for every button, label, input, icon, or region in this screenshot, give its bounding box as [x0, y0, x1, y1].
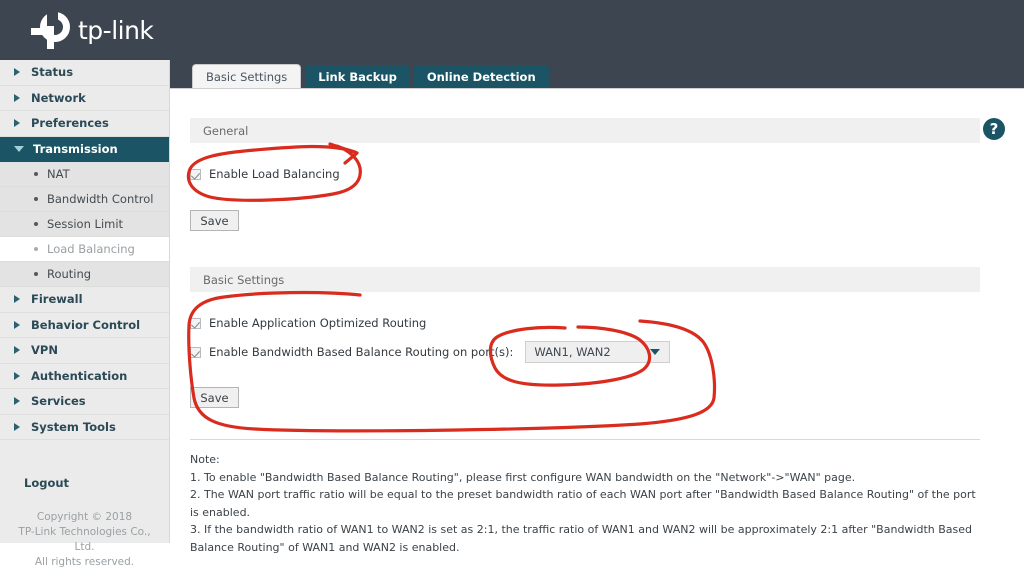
general-section-header: General — [190, 118, 980, 143]
chevron-right-icon — [14, 295, 20, 304]
app-optimized-routing-checkbox[interactable] — [190, 317, 201, 329]
sidebar-subitem-bandwidth-control[interactable]: Bandwidth Control — [0, 187, 169, 212]
sidebar-item-authentication[interactable]: Authentication — [0, 363, 169, 389]
chevron-right-icon — [14, 422, 20, 431]
note-title: Note: — [190, 453, 220, 466]
enable-load-balancing-checkbox[interactable] — [190, 168, 201, 180]
sidebar-item-firewall[interactable]: Firewall — [0, 287, 169, 313]
sidebar-item-label: Authentication — [31, 368, 128, 383]
bandwidth-based-routing-checkbox[interactable] — [190, 346, 201, 358]
tab-link-backup[interactable]: Link Backup — [305, 65, 410, 88]
section-title: General — [203, 123, 249, 138]
sidebar-item-transmission[interactable]: Transmission — [0, 136, 169, 162]
sidebar-item-vpn[interactable]: VPN — [0, 338, 169, 364]
sidebar-item-status[interactable]: Status — [0, 60, 169, 86]
bullet-icon — [34, 222, 38, 226]
bullet-icon — [34, 247, 38, 251]
chevron-right-icon — [14, 397, 20, 406]
help-icon[interactable]: ? — [983, 118, 1005, 140]
sidebar-subitem-routing[interactable]: Routing — [0, 262, 169, 287]
enable-load-balancing-label: Enable Load Balancing — [209, 167, 340, 181]
bandwidth-based-routing-label: Enable Bandwidth Based Balance Routing o… — [209, 345, 514, 359]
copyright-block: Copyright © 2018 TP-Link Technologies Co… — [0, 510, 169, 570]
tab-label: Basic Settings — [206, 69, 288, 84]
content-panel: ? General Enable Load Balancing Save Bas… — [170, 88, 1024, 554]
sidebar-item-label: Status — [31, 65, 74, 80]
basic-settings-save-button[interactable]: Save — [190, 387, 239, 408]
bullet-icon — [34, 172, 38, 176]
sidebar-subitem-load-balancing[interactable]: Load Balancing — [0, 237, 169, 262]
sidebar-item-label: Preferences — [31, 116, 109, 131]
app-optimized-routing-row[interactable]: Enable Application Optimized Routing — [190, 316, 426, 330]
note-line-3: 3. If the bandwidth ratio of WAN1 to WAN… — [190, 523, 973, 554]
bandwidth-based-routing-row[interactable]: Enable Bandwidth Based Balance Routing o… — [190, 341, 671, 363]
sidebar-spacer — [0, 440, 169, 468]
sidebar-item-label: Network — [31, 90, 86, 105]
copyright-line-1: Copyright © 2018 — [36, 511, 133, 523]
sidebar-item-label: System Tools — [31, 419, 116, 434]
sidebar-subitem-label: Bandwidth Control — [47, 192, 154, 206]
sidebar-item-label: Firewall — [31, 292, 83, 307]
tp-link-logo-icon — [28, 10, 72, 50]
sidebar-item-label: Behavior Control — [31, 317, 141, 332]
sidebar-subitem-label: Session Limit — [47, 217, 124, 231]
chevron-right-icon — [14, 93, 20, 102]
chevron-right-icon — [14, 119, 20, 128]
tab-label: Online Detection — [426, 69, 536, 84]
sidebar-item-label: VPN — [31, 343, 58, 358]
chevron-right-icon — [14, 68, 20, 77]
note-block: Note: 1. To enable "Bandwidth Based Bala… — [190, 451, 980, 556]
logout-button[interactable]: Logout — [0, 468, 169, 498]
sidebar-item-behavior-control[interactable]: Behavior Control — [0, 312, 169, 338]
chevron-down-icon — [14, 145, 24, 152]
copyright-line-3: All rights reserved. — [34, 556, 135, 568]
chevron-right-icon — [14, 371, 20, 380]
sidebar-item-network[interactable]: Network — [0, 85, 169, 111]
tab-basic-settings[interactable]: Basic Settings — [192, 64, 302, 88]
wan-ports-dropdown[interactable]: WAN1, WAN2 — [525, 341, 671, 363]
sidebar-subitem-nat[interactable]: NAT — [0, 162, 169, 187]
sidebar-item-system-tools[interactable]: System Tools — [0, 414, 169, 440]
general-save-button[interactable]: Save — [190, 210, 239, 231]
section-title: Basic Settings — [203, 272, 285, 287]
sidebar-subitem-session-limit[interactable]: Session Limit — [0, 212, 169, 237]
sidebar-item-preferences[interactable]: Preferences — [0, 111, 169, 137]
chevron-right-icon — [14, 346, 20, 355]
app-optimized-routing-label: Enable Application Optimized Routing — [209, 316, 427, 330]
bullet-icon — [34, 197, 38, 201]
sidebar: Status Network Preferences Transmission … — [0, 60, 170, 568]
sidebar-subitem-label: NAT — [47, 167, 70, 181]
sidebar-subitem-label: Routing — [47, 267, 92, 281]
tp-link-logo: tp-link — [28, 10, 154, 50]
brand-name: tp-link — [78, 15, 154, 45]
sidebar-item-services[interactable]: Services — [0, 389, 169, 415]
tab-label: Link Backup — [318, 69, 397, 84]
app-header: tp-link — [0, 0, 1024, 60]
note-line-2: 2. The WAN port traffic ratio will be eq… — [190, 488, 976, 519]
chevron-right-icon — [14, 320, 20, 329]
note-line-1: 1. To enable "Bandwidth Based Balance Ro… — [190, 470, 856, 484]
basic-settings-section-header: Basic Settings — [190, 267, 980, 292]
copyright-line-2: TP-Link Technologies Co., Ltd. — [18, 526, 151, 553]
sidebar-item-label: Services — [31, 394, 86, 409]
section-divider — [190, 439, 980, 440]
enable-load-balancing-row[interactable]: Enable Load Balancing — [190, 167, 340, 181]
sidebar-item-label: Transmission — [33, 141, 118, 156]
tab-bar: Basic Settings Link Backup Online Detect… — [170, 60, 1024, 88]
chevron-down-icon — [650, 349, 661, 355]
bullet-icon — [34, 272, 38, 276]
wan-ports-selected-value: WAN1, WAN2 — [534, 345, 611, 359]
sidebar-subitem-label: Load Balancing — [47, 242, 135, 256]
tab-online-detection[interactable]: Online Detection — [413, 65, 549, 88]
